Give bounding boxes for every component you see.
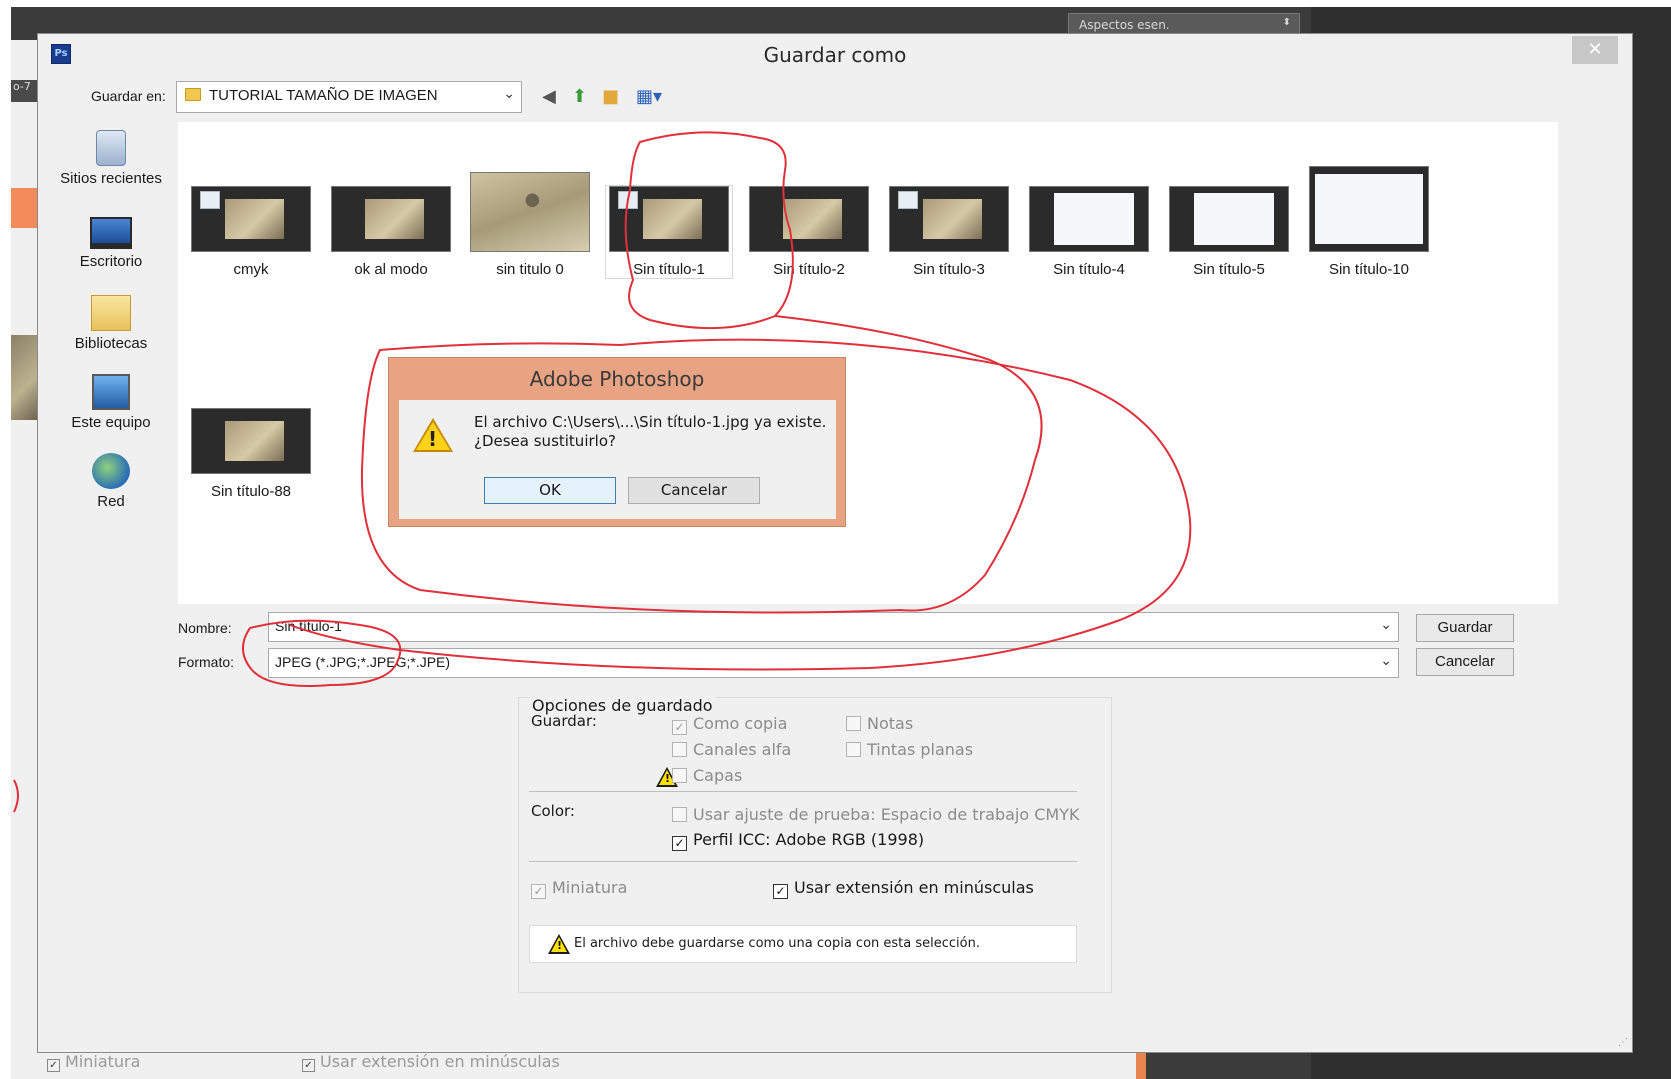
warning-text: El archivo debe guardarse como una copia… — [574, 936, 980, 951]
perfil-icc-checkbox[interactable]: ✓ Perfil ICC: Adobe RGB (1998) — [672, 830, 924, 851]
place-this-pc[interactable]: Este equipo — [43, 374, 179, 431]
back-icon[interactable]: ◀ — [542, 86, 556, 107]
resize-grip-icon[interactable]: ⋰ — [1618, 1037, 1628, 1048]
file-item-selected[interactable]: Sin título-1 — [605, 185, 733, 279]
save-label: Guardar: — [531, 712, 597, 730]
separator — [529, 791, 1077, 792]
this-pc-icon — [92, 374, 130, 410]
format-value: JPEG (*.JPG;*.JPEG;*.JPE) — [275, 654, 451, 670]
orange-panel — [11, 188, 37, 228]
ok-button[interactable]: OK — [484, 477, 616, 504]
place-desktop[interactable]: Escritorio — [43, 217, 179, 270]
place-recent[interactable]: Sitios recientes — [43, 130, 179, 187]
file-item[interactable]: Sin título-10 — [1306, 166, 1432, 278]
alert-message: El archivo C:\Users\...\Sin título-1.jpg… — [474, 413, 826, 451]
save-options-group: Opciones de guardado Guardar: ✓ Como copi… — [518, 696, 1112, 993]
desktop-icon — [90, 217, 132, 249]
file-item[interactable]: sin titulo 0 — [467, 172, 593, 278]
file-list: cmyk ok al modo sin titulo 0 Sin título-… — [178, 122, 1558, 604]
title-bar: Ps Guardar como ✕ — [38, 34, 1632, 76]
save-in-value: TUTORIAL TAMAÑO DE IMAGEN — [209, 87, 438, 104]
folder-icon — [185, 88, 201, 101]
under-extension: ✓ Usar extensión en minúsculas — [302, 1052, 560, 1072]
document-preview — [11, 335, 37, 420]
alert-message-line1: El archivo C:\Users\...\Sin título-1.jpg… — [474, 413, 827, 431]
tintas-planas-checkbox[interactable]: Tintas planas — [846, 740, 973, 759]
under-miniatura: ✓ Miniatura — [47, 1052, 140, 1072]
warning-icon: ! — [548, 934, 570, 958]
name-label: Nombre: — [178, 620, 232, 636]
file-item[interactable]: Sin título-3 — [886, 186, 1012, 278]
color-label: Color: — [531, 802, 575, 820]
ajuste-prueba-checkbox[interactable]: Usar ajuste de prueba: Espacio de trabaj… — [672, 805, 1079, 824]
save-in-dropdown[interactable]: TUTORIAL TAMAÑO DE IMAGEN ⌄ — [176, 81, 522, 113]
miniatura-checkbox[interactable]: ✓ Miniatura — [531, 878, 627, 899]
place-libraries[interactable]: Bibliotecas — [43, 295, 179, 352]
file-thumbnail — [609, 186, 729, 252]
save-as-dialog: Ps Guardar como ✕ Guardar en: TUTORIAL T… — [37, 33, 1633, 1053]
file-thumbnail — [749, 186, 869, 252]
place-network[interactable]: Red — [43, 453, 179, 510]
format-dropdown[interactable]: JPEG (*.JPG;*.JPEG;*.JPE) ⌄ — [268, 648, 1399, 678]
workspace-select-value: Aspectos esen. — [1079, 18, 1170, 32]
alert-cancel-button[interactable]: Cancelar — [628, 477, 760, 504]
up-folder-icon[interactable]: ⬆ — [572, 86, 587, 107]
file-item[interactable]: Sin título-88 — [188, 408, 314, 500]
file-thumbnail — [1309, 166, 1429, 252]
recent-places-icon — [96, 130, 126, 166]
chevron-down-icon[interactable]: ⌄ — [1380, 616, 1392, 633]
updown-icon: ⬍ — [1282, 17, 1291, 28]
chevron-down-icon: ⌄ — [503, 85, 515, 101]
format-label: Formato: — [178, 654, 235, 670]
file-item[interactable]: cmyk — [188, 186, 314, 278]
close-button[interactable]: ✕ — [1572, 36, 1618, 64]
separator — [529, 861, 1077, 862]
extension-minusculas-checkbox[interactable]: ✓ Usar extensión en minúsculas — [773, 878, 1034, 899]
file-item[interactable]: Sin título-4 — [1026, 186, 1152, 278]
capas-checkbox[interactable]: Capas — [672, 766, 742, 785]
underlying-options: ✓ Miniatura ✓ Usar extensión en minúsculas — [37, 1050, 1137, 1079]
save-in-label: Guardar en: — [91, 88, 166, 104]
alert-title: Adobe Photoshop — [529, 367, 705, 391]
dialog-title: Guardar como — [763, 43, 907, 67]
new-folder-icon[interactable]: ■ — [602, 86, 619, 107]
file-thumbnail — [1029, 186, 1149, 252]
file-thumbnail — [1169, 186, 1289, 252]
view-menu-icon[interactable]: ▦▾ — [636, 86, 662, 107]
alert-message-line2: ¿Desea sustituirlo? — [474, 432, 616, 450]
document-tab[interactable]: o-7 — [11, 80, 37, 102]
places-bar: Sitios recientes Escritorio Bibliotecas … — [43, 122, 179, 574]
file-name-value: Sin título-1 — [275, 618, 342, 634]
file-thumbnail — [889, 186, 1009, 252]
replace-confirm-dialog: Adobe Photoshop ! El archivo C:\Users\..… — [388, 357, 846, 527]
file-item[interactable]: Sin título-2 — [746, 186, 872, 278]
warning-message: ! El archivo debe guardarse como una cop… — [529, 925, 1077, 963]
libraries-icon — [91, 295, 131, 331]
cancel-button[interactable]: Cancelar — [1416, 648, 1514, 676]
file-name-input[interactable]: Sin título-1 ⌄ — [268, 612, 1399, 642]
photoshop-left-strip: o-7 — [11, 40, 37, 1079]
alert-body: ! El archivo C:\Users\...\Sin título-1.j… — [399, 400, 836, 519]
notas-checkbox[interactable]: Notas — [846, 714, 913, 733]
save-button[interactable]: Guardar — [1416, 614, 1514, 642]
como-copia-checkbox[interactable]: ✓ Como copia — [672, 714, 787, 735]
chevron-down-icon: ⌄ — [1380, 652, 1392, 668]
warning-icon: ! — [413, 418, 453, 454]
file-item[interactable]: ok al modo — [328, 186, 454, 278]
file-thumbnail — [331, 186, 451, 252]
orange-accent — [1136, 1050, 1146, 1079]
network-icon — [92, 453, 130, 489]
file-thumbnail — [191, 408, 311, 474]
file-thumbnail — [191, 186, 311, 252]
file-thumbnail — [470, 172, 590, 252]
canales-alfa-checkbox[interactable]: Canales alfa — [672, 740, 791, 759]
file-item[interactable]: Sin título-5 — [1166, 186, 1292, 278]
